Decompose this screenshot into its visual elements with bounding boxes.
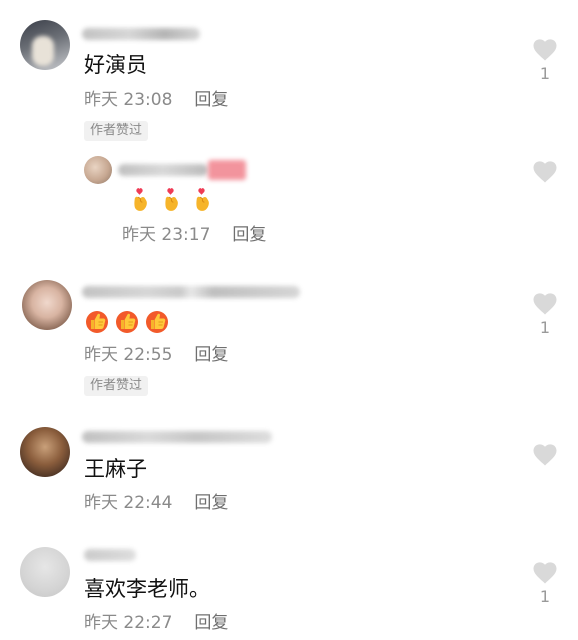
avatar[interactable] — [84, 156, 112, 184]
username[interactable] — [82, 28, 200, 40]
avatar[interactable] — [22, 280, 72, 330]
username[interactable] — [82, 431, 272, 443]
author-tag — [208, 160, 246, 180]
like-count: 1 — [539, 318, 551, 337]
finger-heart-icon — [190, 186, 213, 213]
reply-button[interactable]: 回复 — [232, 225, 266, 245]
like-button[interactable]: 1 — [528, 561, 562, 606]
reply-button[interactable]: 回复 — [194, 613, 228, 633]
finger-heart-icon — [159, 186, 182, 213]
comment-emoji — [128, 186, 213, 213]
reply-button[interactable]: 回复 — [194, 493, 228, 513]
finger-heart-icon — [128, 186, 151, 213]
avatar[interactable] — [20, 427, 70, 477]
avatar[interactable] — [20, 547, 70, 597]
heart-icon[interactable] — [532, 160, 558, 183]
comment-time: 昨天 22:27 — [84, 613, 173, 633]
thumbs-up-icon — [144, 308, 170, 334]
comment-time: 昨天 22:55 — [84, 345, 173, 365]
comment-meta: 昨天 22:55 回复 — [84, 345, 228, 365]
comment-time: 昨天 23:08 — [84, 90, 173, 110]
comment-item: 昨天 22:55 回复 作者赞过 1 — [0, 270, 578, 410]
thumbs-up-icon — [84, 308, 110, 334]
like-button[interactable]: 1 — [528, 292, 562, 337]
author-liked-badge: 作者赞过 — [84, 121, 149, 141]
heart-icon[interactable] — [532, 561, 558, 584]
comment-meta: 昨天 23:08 回复 — [84, 90, 228, 110]
comment-meta: 昨天 22:44 回复 — [84, 493, 228, 513]
comment-time: 昨天 22:44 — [84, 493, 173, 513]
reply-comment-item: 昨天 23:17 回复 — [0, 150, 578, 260]
comment-text: 王麻子 — [84, 457, 147, 481]
avatar[interactable] — [20, 20, 70, 70]
like-button[interactable] — [528, 443, 562, 466]
heart-icon[interactable] — [532, 443, 558, 466]
like-button[interactable]: 1 — [528, 38, 562, 83]
username[interactable] — [118, 164, 208, 176]
comment-item: 喜欢李老师。 昨天 22:27 回复 1 — [0, 535, 578, 640]
thumbs-up-icon — [114, 308, 140, 334]
reply-button[interactable]: 回复 — [194, 90, 228, 110]
reply-button[interactable]: 回复 — [194, 345, 228, 365]
like-count: 1 — [539, 64, 551, 83]
author-liked-badge: 作者赞过 — [84, 376, 149, 396]
heart-icon[interactable] — [532, 292, 558, 315]
username[interactable] — [82, 286, 300, 298]
comment-item: 好演员 昨天 23:08 回复 作者赞过 1 — [0, 0, 578, 150]
comment-time: 昨天 23:17 — [122, 225, 211, 245]
username[interactable] — [84, 549, 136, 561]
heart-icon[interactable] — [532, 38, 558, 61]
comment-emoji — [84, 308, 170, 334]
comment-text: 好演员 — [84, 53, 147, 77]
comment-item: 王麻子 昨天 22:44 回复 — [0, 415, 578, 530]
comment-text: 喜欢李老师。 — [84, 577, 210, 601]
comment-meta: 昨天 23:17 回复 — [122, 225, 266, 245]
comment-meta: 昨天 22:27 回复 — [84, 613, 228, 633]
like-button[interactable] — [528, 160, 562, 183]
like-count: 1 — [539, 587, 551, 606]
